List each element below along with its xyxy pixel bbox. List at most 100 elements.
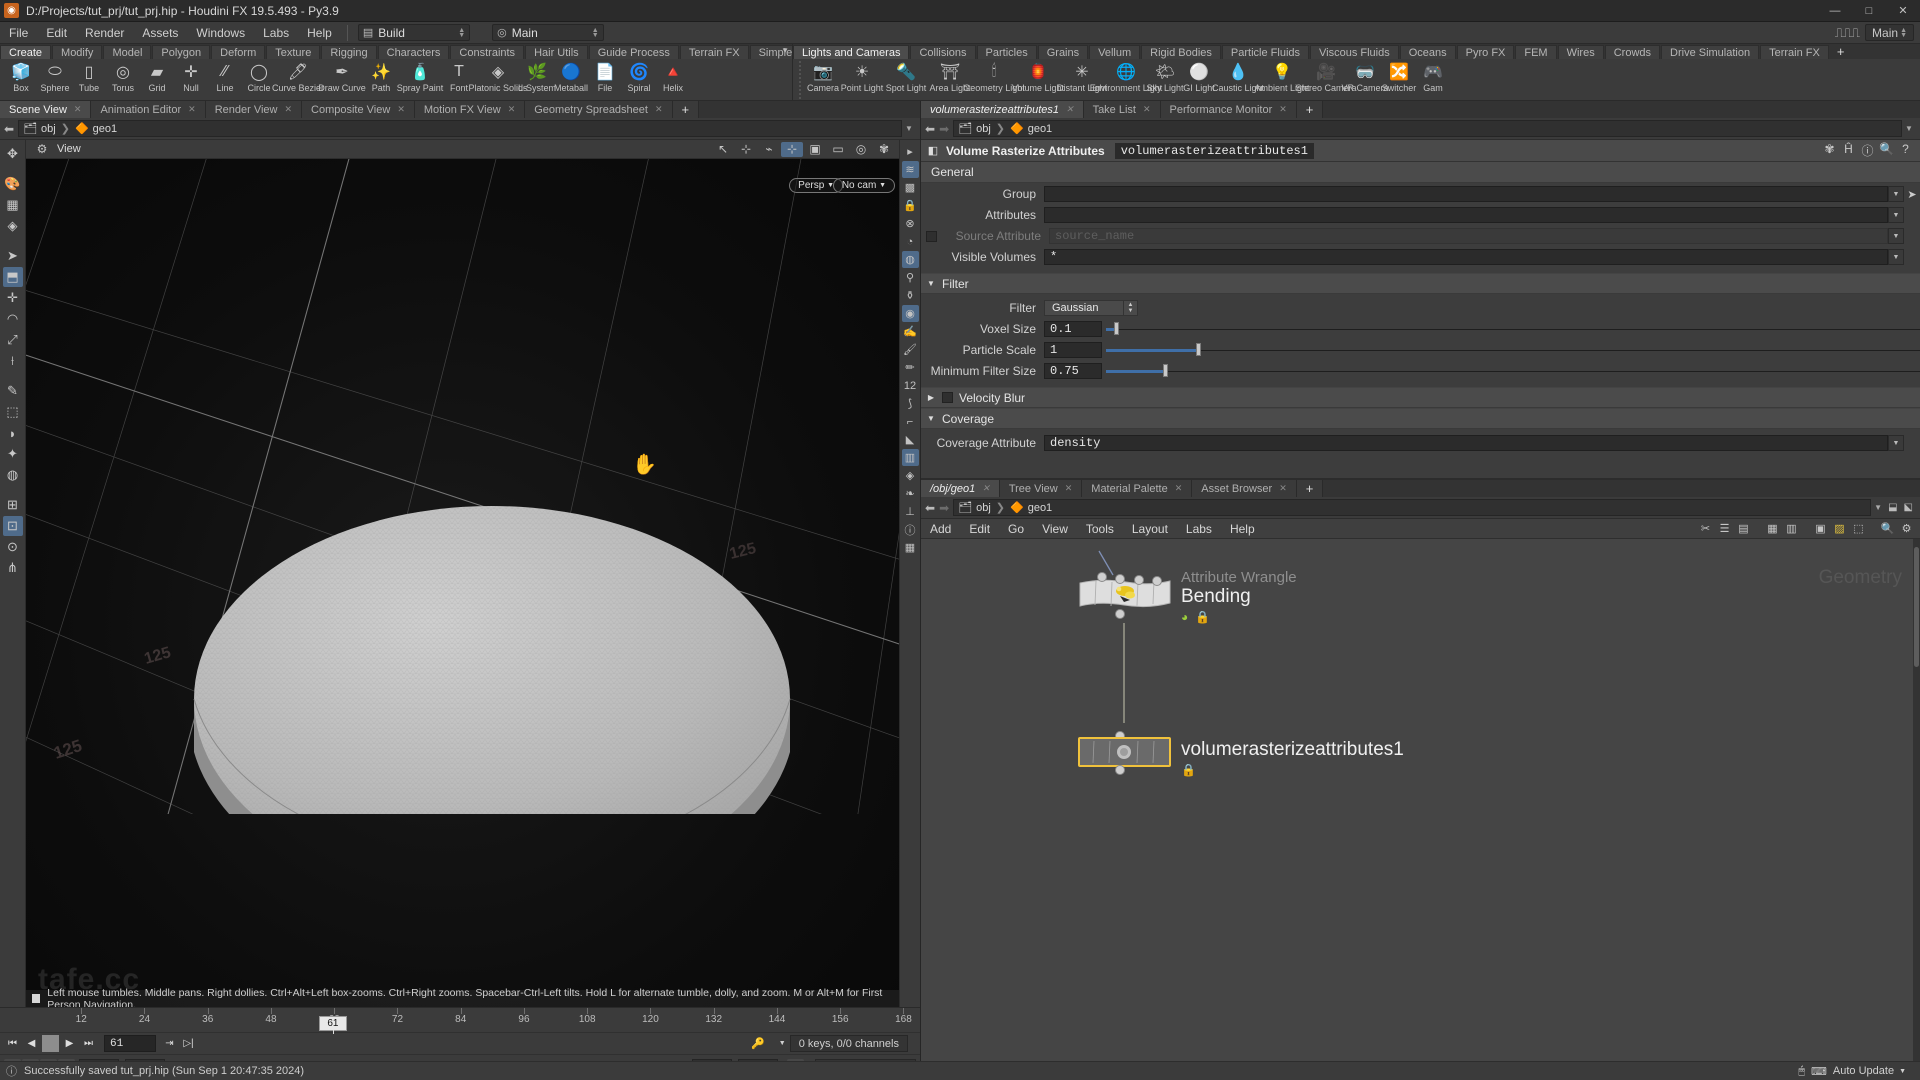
search-icon[interactable]: 🔍 [1878, 521, 1897, 537]
node-input-2[interactable] [1134, 575, 1144, 585]
breadcrumb-obj[interactable]: obj [976, 123, 991, 135]
soft-tool-icon[interactable]: ◍ [3, 465, 23, 485]
right-desktop-spinner-icon[interactable]: ▲ ▼ [1900, 27, 1907, 39]
lock-icon[interactable]: 🔒 [1181, 763, 1196, 777]
network-collapse-icon[interactable]: ⬓ [1885, 502, 1900, 513]
shelf-tab-lights-and-cameras[interactable]: Lights and Cameras [793, 45, 910, 59]
shelf-tab-crowds[interactable]: Crowds [1604, 45, 1661, 59]
shelf-tab-create[interactable]: Create [0, 45, 52, 59]
build-selector[interactable]: ▤ Build ▲ ▼ [357, 24, 471, 41]
timeline-ruler[interactable]: 1224364860728496108120132144156168180192… [0, 1008, 1291, 1034]
scale-tool-icon[interactable]: ⤢ [3, 330, 23, 350]
group-pick-icon[interactable]: ➤ [1904, 188, 1920, 201]
lock-icon[interactable]: 🔒 [1195, 610, 1210, 624]
shelf-tool-file[interactable]: 📄 File [588, 59, 622, 93]
network-box-icon[interactable]: ⬚ [1849, 521, 1868, 537]
section-velocity-blur[interactable]: ▶ Velocity Blur [921, 387, 1920, 408]
network-path-dropdown-icon[interactable]: ▼ [1871, 503, 1885, 512]
shelf-tab-collisions[interactable]: Collisions [910, 45, 976, 59]
network-settings-icon[interactable]: ⚙ [1897, 521, 1916, 537]
shelf-tool-geometry-light[interactable]: 🕯 Geometry Light [963, 59, 1025, 93]
tab-obj-geo1[interactable]: /obj/geo1 ✕ [921, 480, 1000, 497]
select-arrow-icon[interactable]: ➤ [3, 246, 23, 266]
shelf-tab-terrain-fx[interactable]: Terrain FX [1760, 45, 1829, 59]
node-volume-body[interactable] [1078, 737, 1171, 767]
edit-tool-icon[interactable]: ⬚ [3, 402, 23, 422]
close-icon[interactable]: ✕ [982, 483, 990, 494]
shelf-tool-helix[interactable]: 🔺 Helix [656, 59, 690, 93]
point-mode-icon[interactable]: ⊹ [735, 142, 757, 157]
info-icon[interactable]: ⓘ [902, 521, 919, 538]
handle-tool-icon[interactable]: ⬒ [2, 267, 23, 287]
paint-tool-icon[interactable]: ✦ [3, 444, 23, 464]
network-path-field[interactable]: 🗂 obj ❯ 🔶 geo1 [953, 499, 1872, 516]
layout-columns-icon[interactable]: ▥ [1782, 521, 1801, 537]
checker-icon[interactable]: ▥ [901, 449, 919, 466]
menu-windows[interactable]: Windows [187, 22, 254, 44]
move-tool-icon[interactable]: ✛ [3, 288, 23, 308]
param-input-attributes[interactable] [1044, 207, 1888, 223]
viewport-menu-icon[interactable]: ⚙ [31, 142, 53, 157]
group-dropdown-icon[interactable]: ▼ [1888, 186, 1904, 202]
forward-arrow-icon[interactable]: ➡ [939, 501, 949, 515]
light-icon[interactable]: ◈ [3, 216, 23, 236]
xray-icon[interactable]: ⊗ [902, 215, 919, 232]
node-input-1[interactable] [1115, 574, 1125, 584]
close-icon[interactable]: ✕ [1279, 483, 1287, 494]
grid-view-icon[interactable]: ▤ [1734, 521, 1753, 537]
tab-performance-monitor[interactable]: Performance Monitor ✕ [1160, 101, 1297, 118]
node-output-0[interactable] [1115, 765, 1125, 775]
help-icon[interactable]: ? [1896, 142, 1915, 159]
play-mode-button[interactable]: ▷| [180, 1035, 197, 1052]
tab-material-palette[interactable]: Material Palette ✕ [1082, 480, 1193, 497]
node-output-0[interactable] [1115, 609, 1125, 619]
param-input-particle-scale[interactable]: 1 [1044, 342, 1102, 358]
pose-tool-icon[interactable]: ⟊ [3, 351, 23, 371]
add-network-tab-button[interactable]: + [1296, 480, 1324, 497]
key-icon[interactable]: 🔑 [751, 1037, 765, 1050]
shelf-tab-wires[interactable]: Wires [1557, 45, 1604, 59]
snap-tool-icon[interactable]: ⊙ [3, 537, 23, 557]
path-dropdown-icon[interactable]: ▼ [902, 124, 916, 133]
shelf-tab-deform[interactable]: Deform [211, 45, 266, 59]
close-icon[interactable]: ✕ [74, 104, 82, 115]
back-arrow-icon[interactable]: ⬅ [925, 501, 935, 515]
filter-spinner-icon[interactable]: ▲ ▼ [1124, 300, 1138, 316]
auto-update-group[interactable]: 🖱 ⌨ Auto Update ▼ [1798, 1065, 1914, 1078]
viewport-camera-selector[interactable]: No cam ▼ [832, 177, 895, 193]
breadcrumb-obj[interactable]: obj [976, 502, 991, 514]
time-dependent-icon[interactable]: ◕ [1181, 610, 1188, 624]
tab-asset-browser[interactable]: Asset Browser ✕ [1192, 480, 1297, 497]
node-input-0[interactable] [1097, 572, 1107, 582]
shelf-tool-circle[interactable]: ◯ Circle [242, 59, 276, 93]
shelf-tab-model[interactable]: Model [103, 45, 152, 59]
slider-voxel-size[interactable] [1106, 321, 1920, 337]
view-tool-icon[interactable]: ✥ [3, 144, 23, 164]
network-expand-icon[interactable]: ⬕ [1901, 502, 1916, 513]
tab-composite-view[interactable]: Composite View ✕ [302, 101, 415, 118]
stop-button[interactable] [42, 1035, 59, 1052]
shelf-tool-vr-camera[interactable]: 🥽 VR Camera [1342, 59, 1389, 93]
shelf-tool-camera[interactable]: 📷 Camera [806, 59, 840, 93]
brush-icon[interactable]: 🖌 [902, 341, 919, 358]
close-icon[interactable]: ✕ [1279, 104, 1287, 115]
shelf-tool-spiral[interactable]: 🌀 Spiral [622, 59, 656, 93]
headlight-icon[interactable]: ⚲ [902, 269, 919, 286]
section-coverage[interactable]: ▼ Coverage [921, 408, 1920, 429]
menu-file[interactable]: File [0, 22, 37, 44]
network-vertical-scrollbar[interactable] [1913, 539, 1920, 1080]
material-icon[interactable]: ◉ [901, 305, 919, 322]
source-attribute-checkbox[interactable] [926, 230, 937, 242]
shelf-tab-constraints[interactable]: Constraints [450, 45, 525, 59]
shelf-tab-rigid-bodies[interactable]: Rigid Bodies [1141, 45, 1221, 59]
color-palette-icon[interactable]: ▨ [1830, 521, 1849, 537]
menu-labs[interactable]: Labs [254, 22, 298, 44]
menu-edit[interactable]: Edit [37, 22, 76, 44]
tab-scene-view[interactable]: Scene View ✕ [0, 101, 92, 118]
tab-geometry-spreadsheet[interactable]: Geometry Spreadsheet ✕ [525, 101, 673, 118]
step-back-button[interactable]: ◀ [23, 1035, 40, 1052]
network-menu-view[interactable]: View [1033, 519, 1077, 539]
gear-icon[interactable]: ✾ [1820, 142, 1839, 159]
maximize-button[interactable]: □ [1852, 0, 1886, 21]
tab-take-list[interactable]: Take List ✕ [1083, 101, 1161, 118]
